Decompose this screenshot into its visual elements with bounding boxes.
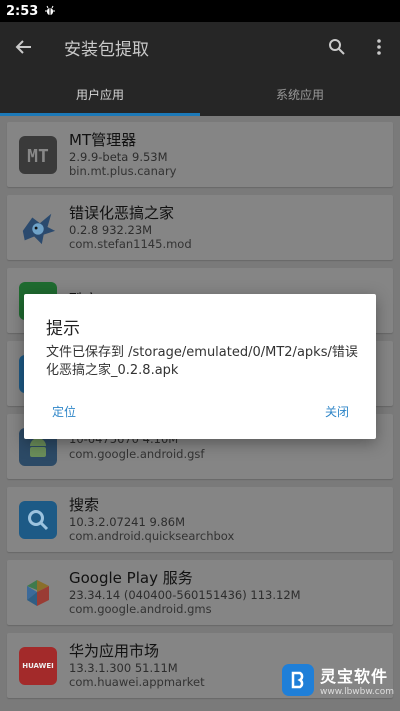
locate-button[interactable]: 定位 [52,403,76,420]
search-icon [329,39,345,55]
tab-user-apps[interactable]: 用户应用 [0,72,200,116]
watermark-logo-icon [281,664,314,696]
search-button[interactable] [316,22,358,72]
app-name: MT管理器 [69,130,137,149]
tab-bar: 用户应用 系统应用 [0,72,400,116]
app-package: com.stefan1145.mod [69,236,192,251]
app-version-size: 2.9.9-beta 9.53M [69,149,168,164]
game-icon [19,209,57,247]
huawei-logo-text: HUAWEI [22,661,54,670]
list-item[interactable]: 错误化恶搞之家 0.2.8 932.23M com.stefan1145.mod [7,195,393,260]
app-name: 错误化恶搞之家 [69,203,175,222]
svg-text:MT: MT [27,146,49,167]
more-vert-icon [377,39,381,55]
back-button[interactable] [0,22,48,72]
app-package: bin.mt.plus.canary [69,163,177,178]
mt-manager-icon: MT [19,135,57,174]
list-item[interactable]: Google Play 服务 23.34.14 (040400-56015143… [7,560,393,625]
app-version-size: 23.34.14 (040400-560151436) 113.12M [69,587,301,602]
debug-bug-icon [45,5,56,15]
play-services-icon [19,574,57,612]
arrow-back-icon [15,40,31,54]
app-bar: 安装包提取 [0,22,400,72]
close-button[interactable]: 关闭 [325,403,349,420]
app-name: 搜索 [69,495,100,514]
status-time: 2:53 [6,3,39,19]
app-package: com.google.android.gms [69,601,212,616]
app-name: Google Play 服务 [69,568,193,587]
dialog-message: 文件已保存到 /storage/emulated/0/MT2/apks/错误化恶… [46,345,358,378]
app-version-size: 13.3.1.300 51.11M [69,660,178,675]
app-package: com.huawei.appmarket [69,674,205,689]
list-item[interactable]: 搜索 10.3.2.07241 9.86M com.android.quicks… [7,487,393,552]
app-package: com.google.android.gsf [69,446,205,461]
list-item[interactable]: MT MT管理器 2.9.9-beta 9.53M bin.mt.plus.ca… [7,122,393,187]
app-version-size: 10.3.2.07241 9.86M [69,514,185,529]
watermark-name: 灵宝软件 [319,667,388,686]
tab-system-apps[interactable]: 系统应用 [200,72,400,116]
watermark: 灵宝软件 www.lbwbw.com [281,663,394,697]
watermark-url: www.lbwbw.com [319,687,394,697]
status-bar: 2:53 [0,0,400,22]
app-name: 华为应用市场 [69,641,160,660]
search-app-icon [19,500,57,539]
app-package: com.android.quicksearchbox [69,528,235,543]
more-options-button[interactable] [358,22,400,72]
huawei-appgallery-icon: HUAWEI [19,646,57,685]
save-result-dialog: 提示 文件已保存到 /storage/emulated/0/MT2/apks/错… [24,294,376,439]
page-title: 安装包提取 [64,39,149,60]
dialog-title: 提示 [46,319,80,339]
app-version-size: 0.2.8 932.23M [69,222,153,237]
